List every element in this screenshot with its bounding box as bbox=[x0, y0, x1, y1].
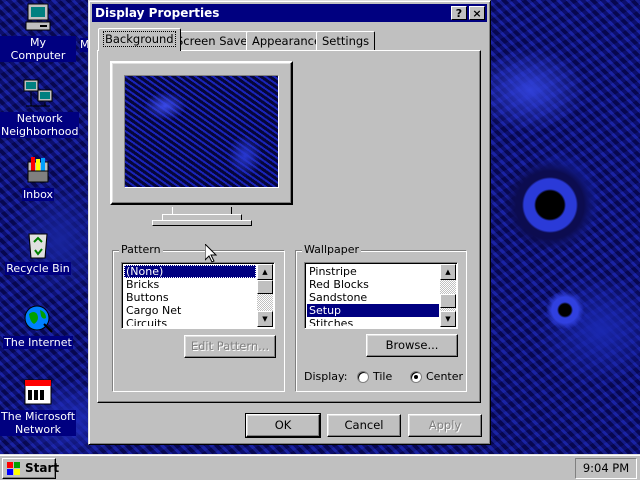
wallpaper-preview-screen bbox=[124, 75, 279, 188]
network-icon bbox=[22, 78, 54, 110]
monitor-preview bbox=[110, 61, 293, 205]
wallpaper-listbox[interactable]: Pinstripe Red Blocks Sandstone Setup Sti… bbox=[304, 262, 458, 329]
pattern-group-title: Pattern bbox=[119, 243, 163, 257]
title-bar[interactable]: Display Properties ? × bbox=[92, 4, 487, 22]
tab-settings[interactable]: Settings bbox=[316, 31, 376, 50]
desktop-icon-network-neighborhood[interactable]: Network Neighborhood bbox=[0, 78, 80, 138]
tab-label: Settings bbox=[322, 34, 370, 48]
list-item[interactable]: Bricks bbox=[124, 278, 256, 291]
scroll-down-arrow-icon[interactable]: ▼ bbox=[440, 311, 456, 327]
edit-pattern-button[interactable]: Edit Pattern... bbox=[184, 335, 276, 358]
wallpaper-group-title: Wallpaper bbox=[302, 243, 362, 257]
tab-label: Screen Saver bbox=[176, 34, 253, 48]
tab-appearance[interactable]: Appearance bbox=[246, 31, 328, 50]
dialog-title: Display Properties bbox=[95, 6, 220, 20]
cancel-button[interactable]: Cancel bbox=[327, 414, 401, 437]
tab-label: Background bbox=[103, 31, 176, 47]
list-item[interactable]: Circuits bbox=[124, 317, 256, 326]
desktop-icon-inbox[interactable]: Inbox bbox=[0, 154, 76, 201]
computer-icon bbox=[22, 2, 54, 34]
desktop-icon-recycle-bin[interactable]: Recycle Bin bbox=[0, 228, 76, 275]
list-item[interactable]: Buttons bbox=[124, 291, 256, 304]
radio-label: Center bbox=[426, 370, 464, 383]
msn-icon bbox=[22, 376, 54, 408]
mouse-cursor-icon bbox=[205, 244, 217, 263]
scroll-up-arrow-icon[interactable]: ▲ bbox=[440, 264, 456, 280]
inbox-icon bbox=[22, 154, 54, 186]
start-label: Start bbox=[25, 461, 60, 475]
taskbar-clock[interactable]: 9:04 PM bbox=[575, 458, 637, 479]
list-item[interactable]: Pinstripe bbox=[307, 265, 439, 278]
pattern-scrollbar[interactable]: ▲ ▼ bbox=[257, 264, 273, 327]
desktop-icon-the-microsoft-network[interactable]: The Microsoft Network bbox=[0, 376, 76, 436]
tab-background[interactable]: Background bbox=[98, 28, 181, 51]
scroll-up-arrow-icon[interactable]: ▲ bbox=[257, 264, 273, 280]
wallpaper-eye-graphic-small bbox=[545, 290, 585, 330]
pattern-listbox[interactable]: (None) Bricks Buttons Cargo Net Circuits… bbox=[121, 262, 275, 329]
pattern-list-items: (None) Bricks Buttons Cargo Net Circuits bbox=[124, 265, 256, 326]
help-button[interactable]: ? bbox=[451, 6, 467, 20]
list-item[interactable]: Sandstone bbox=[307, 291, 439, 304]
taskbar: Start 9:04 PM bbox=[0, 454, 640, 480]
scroll-thumb[interactable] bbox=[257, 280, 273, 294]
desktop-icon-label: My Computer bbox=[0, 36, 76, 62]
list-item[interactable]: Red Blocks bbox=[307, 278, 439, 291]
tab-screen-saver[interactable]: Screen Saver bbox=[170, 31, 259, 50]
desktop-icon-label: The Internet bbox=[3, 336, 73, 349]
close-button[interactable]: × bbox=[469, 6, 485, 20]
tab-label: Appearance bbox=[252, 34, 322, 48]
radio-label: Tile bbox=[373, 370, 393, 383]
desktop-icon-partial-label: M bbox=[80, 38, 88, 52]
apply-button[interactable]: Apply bbox=[408, 414, 482, 437]
desktop-icon-label: Network Neighborhood bbox=[0, 112, 80, 138]
desktop-icon-the-internet[interactable]: The Internet bbox=[0, 302, 76, 349]
list-item[interactable]: Stitches bbox=[307, 317, 439, 326]
center-radio[interactable]: Center bbox=[410, 370, 464, 384]
desktop-icon-my-computer[interactable]: My Computer bbox=[0, 2, 76, 62]
display-mode-label: Display: bbox=[304, 370, 348, 383]
wallpaper-scrollbar[interactable]: ▲ ▼ bbox=[440, 264, 456, 327]
recycle-bin-icon bbox=[22, 228, 54, 260]
desktop-icon-label: The Microsoft Network bbox=[0, 410, 76, 436]
list-item[interactable]: (None) bbox=[124, 265, 256, 278]
internet-icon bbox=[22, 302, 54, 334]
windows-logo-icon bbox=[7, 462, 20, 475]
desktop-icon-label: Recycle Bin bbox=[5, 262, 71, 275]
ok-button[interactable]: OK bbox=[245, 413, 321, 438]
radio-button-checked-icon[interactable] bbox=[410, 371, 422, 383]
scroll-down-arrow-icon[interactable]: ▼ bbox=[257, 311, 273, 327]
desktop-icon-label: Inbox bbox=[21, 188, 55, 201]
scroll-thumb[interactable] bbox=[440, 294, 456, 308]
wallpaper-list-items: Pinstripe Red Blocks Sandstone Setup Sti… bbox=[307, 265, 439, 326]
radio-button-icon[interactable] bbox=[357, 371, 369, 383]
list-item[interactable]: Cargo Net bbox=[124, 304, 256, 317]
tile-radio[interactable]: Tile bbox=[357, 370, 397, 384]
list-item[interactable]: Setup bbox=[307, 304, 439, 317]
monitor-stand bbox=[152, 220, 252, 226]
start-button[interactable]: Start bbox=[2, 458, 60, 479]
wallpaper-eye-graphic bbox=[500, 160, 600, 250]
browse-button[interactable]: Browse... bbox=[366, 334, 458, 357]
